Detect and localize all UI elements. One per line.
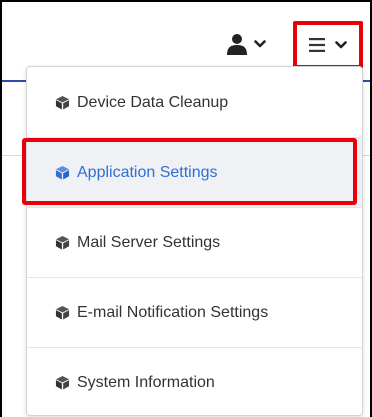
main-menu-button[interactable]: [293, 21, 363, 69]
background-divider-right: [363, 155, 370, 156]
menu-item-email-notification-settings[interactable]: E-mail Notification Settings: [27, 278, 362, 347]
menu-item-label: Mail Server Settings: [77, 233, 221, 251]
menu-item-mail-server-settings[interactable]: Mail Server Settings: [27, 208, 362, 277]
menu-item-label: E-mail Notification Settings: [77, 303, 269, 321]
hamburger-menu-icon: [309, 38, 325, 52]
cube-icon: [55, 375, 70, 390]
chevron-down-icon: [254, 40, 266, 48]
menu-item-device-data-cleanup[interactable]: Device Data Cleanup: [27, 68, 362, 137]
cube-icon: [55, 95, 70, 110]
user-icon: [227, 34, 247, 55]
cube-icon: [55, 305, 70, 320]
cube-icon: [55, 235, 70, 250]
menu-item-application-settings[interactable]: Application Settings: [27, 138, 362, 207]
menu-item-label: Device Data Cleanup: [77, 93, 229, 111]
menu-item-label: Application Settings: [77, 163, 218, 181]
background-divider-left: [2, 155, 26, 156]
settings-dropdown-menu: Device Data Cleanup Application Settings…: [26, 66, 363, 416]
chevron-down-icon: [335, 41, 347, 49]
user-menu-button[interactable]: [226, 30, 272, 58]
menu-item-system-information[interactable]: System Information: [27, 348, 362, 417]
cube-icon: [55, 165, 70, 180]
menu-item-label: System Information: [77, 373, 215, 391]
